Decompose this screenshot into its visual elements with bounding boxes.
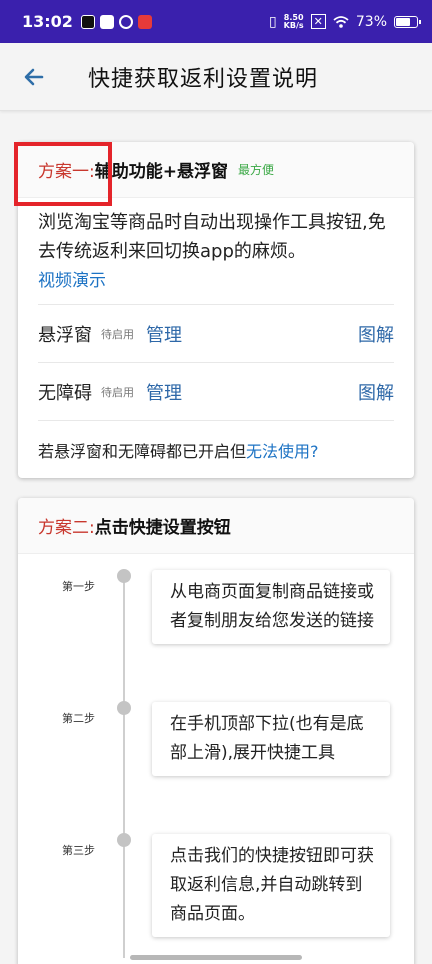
home-indicator[interactable] bbox=[130, 955, 302, 960]
app-icon bbox=[137, 14, 152, 29]
plan1-description: 浏览淘宝等商品时自动出现操作工具按钮,免去传统返利来回切换app的麻烦。 bbox=[38, 212, 386, 262]
app-header: 快捷获取返利设置说明 bbox=[0, 43, 432, 111]
battery-fill bbox=[396, 17, 410, 26]
step-3-label: 第三步 bbox=[62, 844, 95, 857]
step-1-text: 从电商页面复制商品链接或者复制朋友给您发送的链接 bbox=[170, 582, 374, 631]
net-speed-unit: KB/s bbox=[283, 20, 304, 30]
floating-window-row: 悬浮窗 待启用 管理 图解 bbox=[38, 304, 394, 362]
timeline-line bbox=[123, 578, 125, 958]
floating-window-manage-button[interactable]: 管理 bbox=[146, 321, 182, 347]
plan2-title: 点击快捷设置按钮 bbox=[94, 518, 231, 538]
troubleshoot-text: 若悬浮窗和无障碍都已开启但 bbox=[38, 441, 247, 461]
plan1-description-block: 浏览淘宝等商品时自动出现操作工具按钮,免去传统返利来回切换app的麻烦。 视频演… bbox=[18, 198, 414, 296]
arrow-left-icon bbox=[24, 68, 44, 85]
accessibility-state: 待启用 bbox=[101, 385, 134, 399]
status-time: 13:02 bbox=[22, 12, 73, 31]
step-1-box: 从电商页面复制商品链接或者复制朋友给您发送的链接 bbox=[152, 570, 390, 644]
link-icon bbox=[118, 14, 133, 29]
vibrate-icon: ▯ bbox=[268, 13, 277, 30]
cannot-use-link[interactable]: 无法使用? bbox=[246, 438, 319, 462]
floating-window-state: 待启用 bbox=[101, 327, 134, 341]
calendar-icon bbox=[99, 14, 114, 29]
floating-window-label: 悬浮窗 bbox=[38, 324, 92, 346]
net-speed-indicator: 8.50 KB/s bbox=[283, 13, 304, 30]
step-3-box: 点击我们的快捷按钮即可获取返利信息,并自动跳转到商品页面。 bbox=[152, 834, 390, 937]
system-icons: ▯ 8.50 KB/s ✕ 73% bbox=[268, 13, 421, 30]
plan2-card: 方案二: 点击快捷设置按钮 第一步 从电商页面复制商品链接或者复制朋友给您发送的… bbox=[18, 498, 414, 964]
plan1-tag: 最方便 bbox=[237, 163, 274, 177]
wifi-icon bbox=[333, 15, 349, 28]
troubleshoot-row: 若悬浮窗和无障碍都已开启但 无法使用? bbox=[38, 420, 394, 478]
highlight-box bbox=[14, 142, 112, 206]
step-2-dot bbox=[117, 701, 131, 715]
accessibility-diagram-button[interactable]: 图解 bbox=[358, 379, 394, 405]
tiktok-icon bbox=[80, 14, 95, 29]
step-2-label: 第二步 bbox=[62, 712, 95, 725]
sim-icon: ✕ bbox=[310, 14, 326, 29]
page-title: 快捷获取返利设置说明 bbox=[88, 66, 319, 92]
step-3-dot bbox=[117, 833, 131, 847]
plan2-header: 方案二: 点击快捷设置按钮 bbox=[18, 498, 414, 554]
battery-icon bbox=[394, 15, 421, 28]
accessibility-row: 无障碍 待启用 管理 图解 bbox=[38, 362, 394, 420]
step-3-text: 点击我们的快捷按钮即可获取返利信息,并自动跳转到商品页面。 bbox=[170, 846, 374, 924]
video-demo-link[interactable]: 视频演示 bbox=[38, 267, 106, 296]
battery-percent: 73% bbox=[355, 13, 387, 30]
step-1-dot bbox=[117, 569, 131, 583]
status-bar: 13:02 ▯ 8.50 KB/s ✕ 73% bbox=[0, 0, 432, 43]
floating-window-diagram-button[interactable]: 图解 bbox=[358, 321, 394, 347]
step-1-label: 第一步 bbox=[62, 580, 95, 593]
accessibility-manage-button[interactable]: 管理 bbox=[146, 379, 182, 405]
step-2-text: 在手机顶部下拉(也有是底部上滑),展开快捷工具 bbox=[170, 714, 364, 763]
plan1-title: 辅助功能+悬浮窗 bbox=[94, 162, 228, 182]
step-2-box: 在手机顶部下拉(也有是底部上滑),展开快捷工具 bbox=[152, 702, 390, 776]
plan2-prefix: 方案二: bbox=[38, 518, 95, 538]
notification-icons bbox=[80, 14, 152, 29]
accessibility-label: 无障碍 bbox=[38, 382, 92, 404]
back-button[interactable] bbox=[0, 43, 68, 111]
